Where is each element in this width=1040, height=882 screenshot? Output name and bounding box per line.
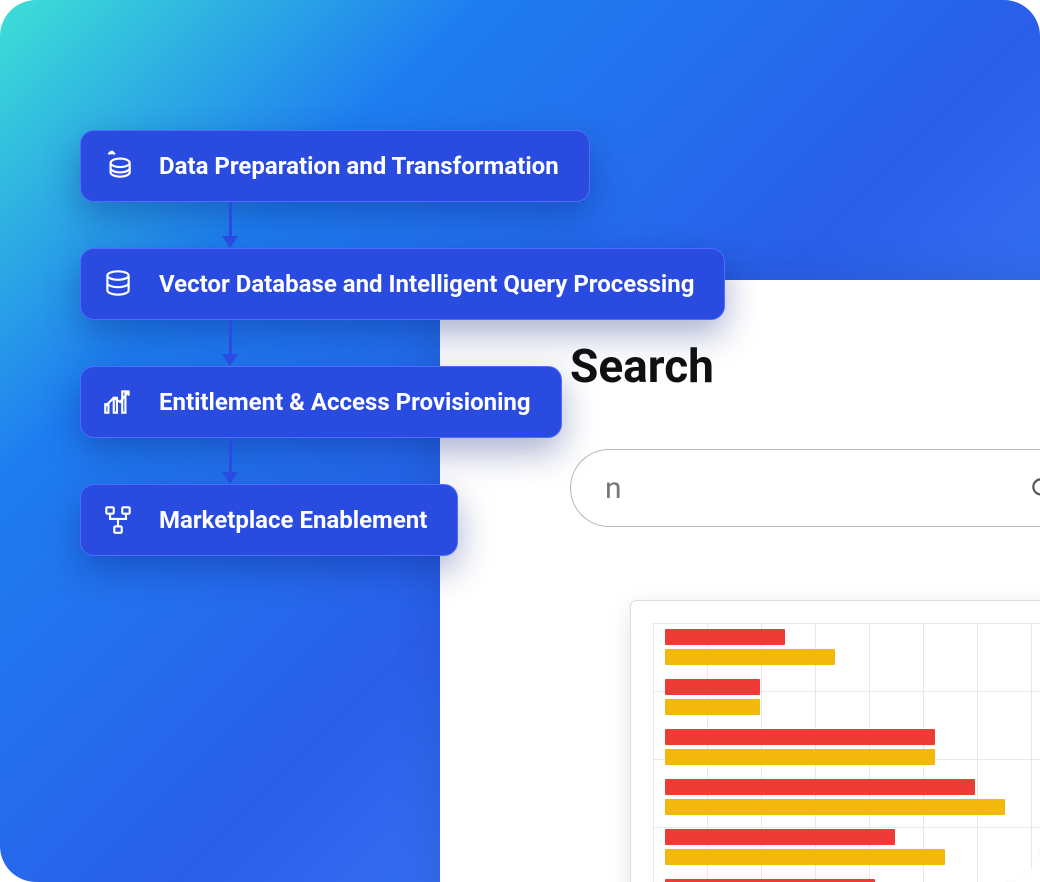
bar-group: [665, 679, 1005, 715]
bar-group: [665, 629, 1005, 665]
bar: [665, 649, 835, 665]
step-marketplace: Marketplace Enablement: [80, 484, 458, 556]
step-vector-db: Vector Database and Intelligent Query Pr…: [80, 248, 725, 320]
bar-group: [665, 829, 1005, 865]
flow-arrow-icon: [80, 202, 380, 248]
database-icon: [101, 267, 135, 301]
step-label: Marketplace Enablement: [159, 506, 427, 534]
bar: [665, 629, 785, 645]
bar: [665, 799, 1005, 815]
step-label: Vector Database and Intelligent Query Pr…: [159, 270, 694, 298]
chart-card: [630, 600, 1040, 882]
bar: [665, 679, 760, 695]
workflow-diagram: Data Preparation and Transformation Vect…: [80, 130, 725, 556]
bar: [665, 779, 975, 795]
step-label: Data Preparation and Transformation: [159, 152, 559, 180]
flow-arrow-icon: [80, 320, 380, 366]
bar: [665, 729, 935, 745]
step-label: Entitlement & Access Provisioning: [159, 388, 531, 416]
bar: [665, 849, 945, 865]
upload-database-icon: [101, 149, 135, 183]
search-icon: [1029, 475, 1040, 501]
network-icon: [101, 503, 135, 537]
bar: [665, 829, 895, 845]
bar: [665, 749, 935, 765]
flow-arrow-icon: [80, 438, 380, 484]
bar-group: [665, 729, 1005, 765]
step-data-prep: Data Preparation and Transformation: [80, 130, 590, 202]
hero-canvas: Search n: [0, 0, 1040, 882]
step-entitlement: Entitlement & Access Provisioning: [80, 366, 562, 438]
bar: [665, 699, 760, 715]
bar-group: [665, 779, 1005, 815]
growth-chart-icon: [101, 385, 135, 419]
chart-bars: [665, 629, 1005, 882]
